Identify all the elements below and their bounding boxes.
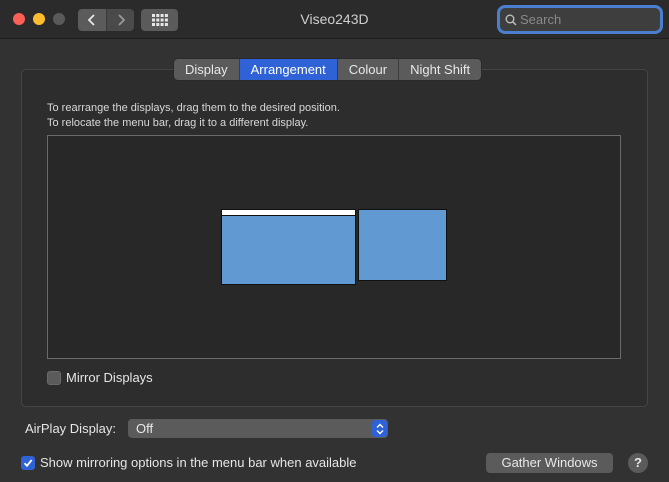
zoom-window-button[interactable] (53, 13, 65, 25)
display-arrangement-area (47, 135, 621, 359)
search-input[interactable] (520, 12, 655, 27)
airplay-display-select[interactable]: Off (128, 419, 388, 438)
menu-bar-handle[interactable] (222, 210, 355, 216)
gather-windows-button[interactable]: Gather Windows (486, 453, 613, 473)
forward-button[interactable] (106, 9, 134, 31)
search-field[interactable] (500, 8, 660, 31)
tab-bar: Display Arrangement Colour Night Shift (174, 59, 482, 80)
tab-colour[interactable]: Colour (337, 59, 400, 80)
back-button[interactable] (78, 9, 106, 31)
grid-icon (151, 14, 168, 26)
chevron-left-icon (87, 14, 95, 26)
select-arrows-icon (372, 420, 387, 437)
instruction-line-1: To rearrange the displays, drag them to … (47, 102, 340, 114)
chevron-right-icon (117, 14, 125, 26)
show-mirroring-row: Show mirroring options in the menu bar w… (21, 455, 357, 470)
main-display-thumbnail[interactable] (221, 209, 356, 285)
mirror-displays-row: Mirror Displays (47, 370, 153, 385)
mirror-displays-label: Mirror Displays (66, 370, 153, 385)
show-mirroring-label: Show mirroring options in the menu bar w… (40, 455, 357, 470)
tab-arrangement[interactable]: Arrangement (239, 59, 338, 80)
secondary-display-thumbnail[interactable] (358, 209, 447, 281)
search-icon (505, 14, 517, 26)
instruction-line-2: To relocate the menu bar, drag it to a d… (47, 117, 309, 129)
minimize-window-button[interactable] (33, 13, 45, 25)
show-mirroring-checkbox[interactable] (21, 455, 35, 470)
airplay-selected-value: Off (136, 421, 154, 436)
mirror-displays-checkbox[interactable] (47, 370, 61, 385)
show-all-button[interactable] (141, 9, 178, 31)
tab-display[interactable]: Display (174, 59, 240, 80)
close-window-button[interactable] (13, 13, 25, 25)
arrangement-instructions: To rearrange the displays, drag them to … (47, 101, 340, 131)
tab-night-shift[interactable]: Night Shift (399, 59, 482, 80)
help-button[interactable]: ? (628, 453, 648, 473)
airplay-label: AirPlay Display: (25, 421, 117, 436)
checkmark-icon (23, 458, 33, 467)
title-bar: Viseo243D (0, 0, 669, 39)
